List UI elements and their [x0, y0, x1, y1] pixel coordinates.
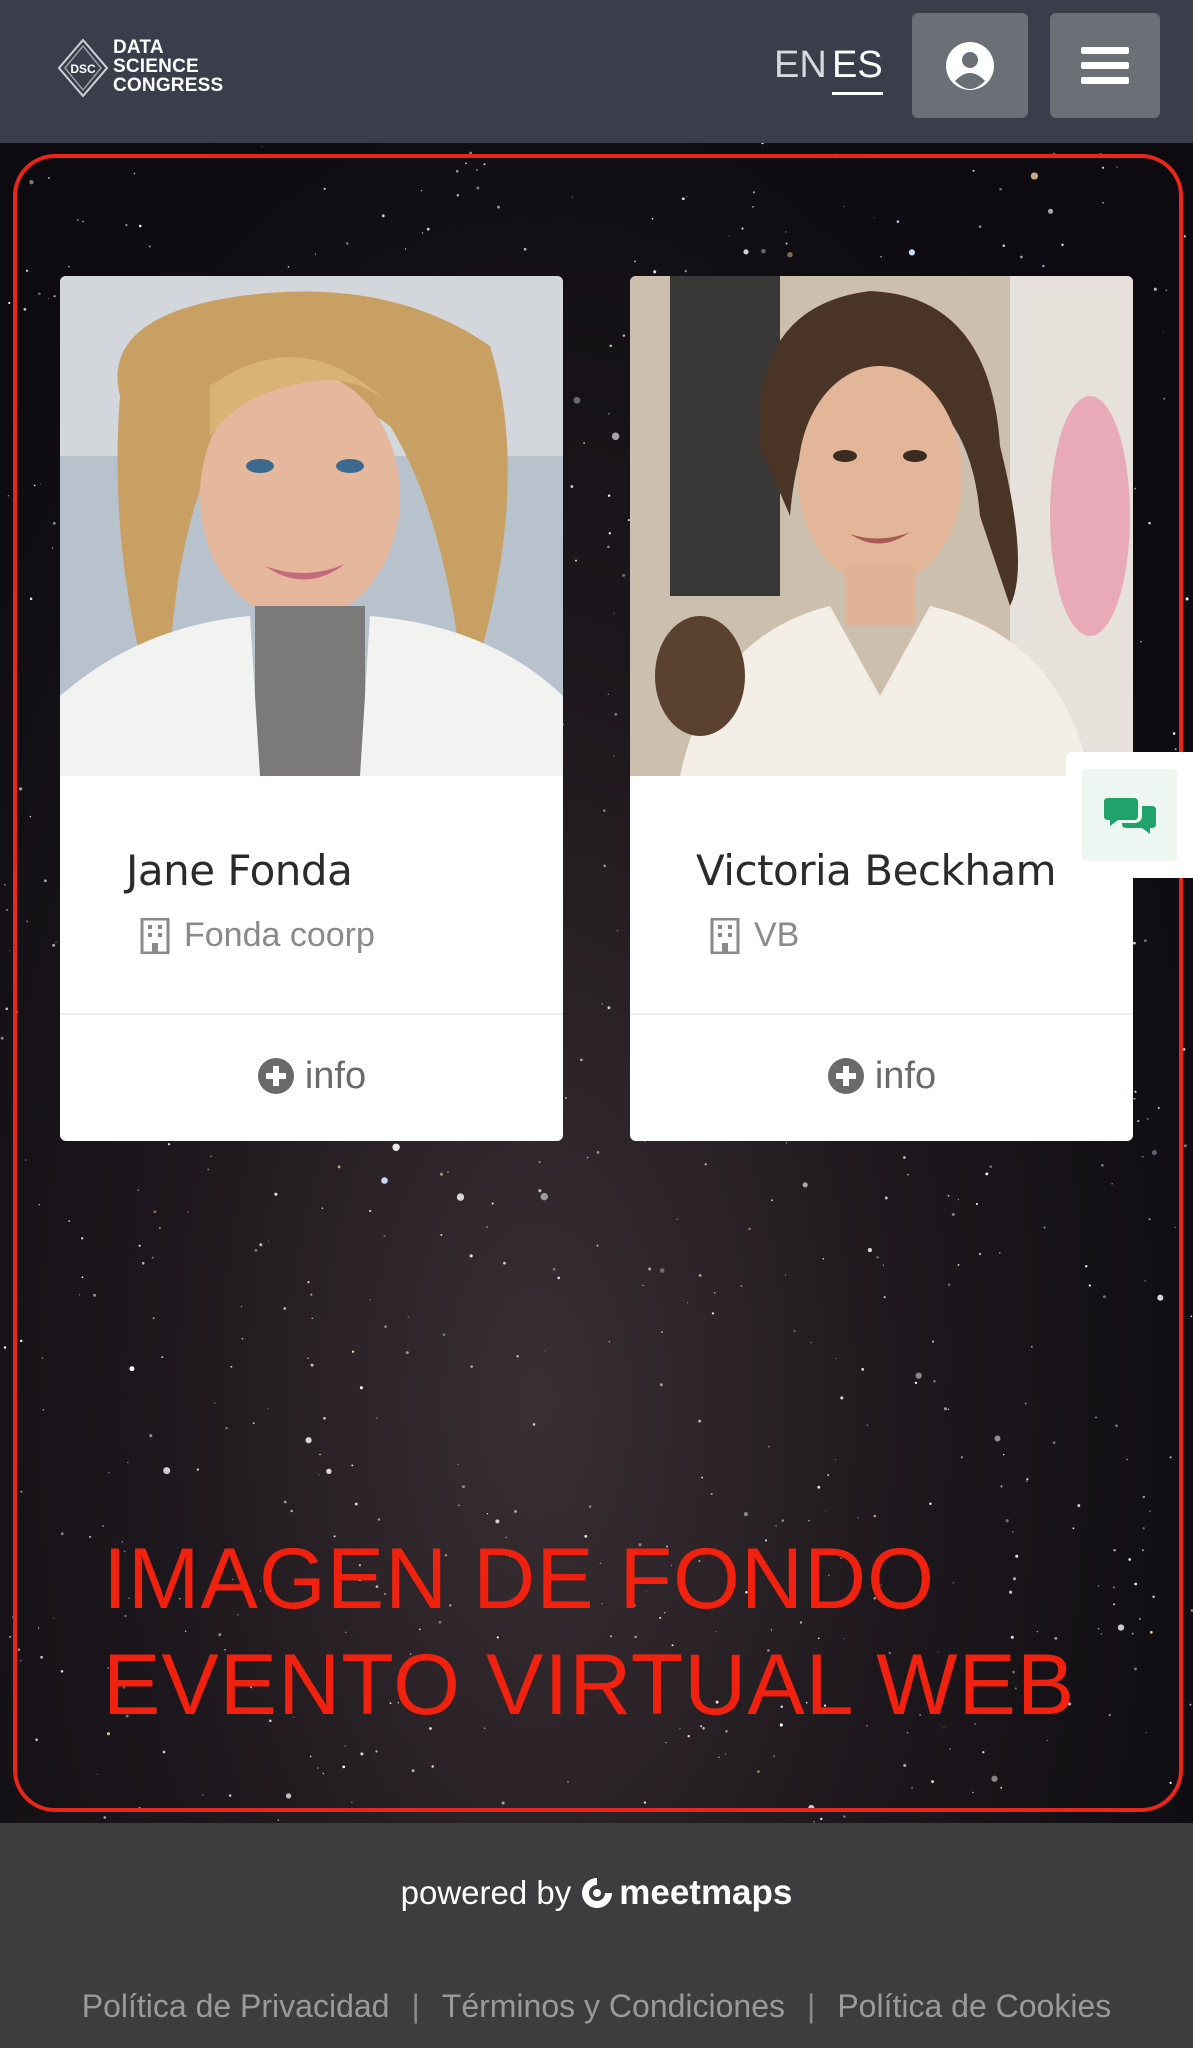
- powered-by[interactable]: powered by meetmaps: [0, 1873, 1193, 1913]
- overlay-caption-line-2: EVENTO VIRTUAL WEB: [103, 1637, 1076, 1733]
- page-footer: powered by meetmaps Política de Privacid…: [0, 1823, 1193, 2048]
- logo-line-3: CONGRESS: [113, 75, 224, 96]
- speaker-info-button[interactable]: info: [60, 1036, 563, 1116]
- event-background: Jane Fonda Fonda coorp info Victoria Bec…: [0, 143, 1193, 1823]
- building-icon: [140, 917, 170, 954]
- info-label: info: [874, 1054, 937, 1097]
- speaker-company-name: VB: [754, 916, 800, 954]
- link-separator: |: [807, 1988, 816, 2024]
- speaker-photo: [630, 276, 1133, 776]
- terms-link[interactable]: Términos y Condiciones: [442, 1988, 785, 2025]
- privacy-policy-link[interactable]: Política de Privacidad: [82, 1988, 390, 2025]
- speaker-company: Fonda coorp: [140, 916, 375, 955]
- speaker-company-name: Fonda coorp: [184, 916, 375, 954]
- card-divider: [60, 1013, 563, 1015]
- speaker-card[interactable]: Victoria Beckham VB info: [630, 276, 1133, 1141]
- lang-en-link[interactable]: EN: [774, 44, 827, 87]
- speaker-name: Jane Fonda: [126, 846, 353, 895]
- dsc-diamond-icon: DSC: [57, 38, 109, 98]
- info-label: info: [304, 1054, 367, 1097]
- overlay-caption-line-1: IMAGEN DE FONDO: [103, 1531, 936, 1627]
- chat-button[interactable]: [1082, 769, 1177, 861]
- plus-circle-icon: [827, 1058, 864, 1094]
- speaker-company: VB: [710, 916, 799, 955]
- plus-circle-icon: [257, 1058, 294, 1094]
- chat-widget: [1066, 752, 1193, 878]
- top-header: DSC DATA SCIENCE CONGRESS EN ES: [0, 0, 1193, 143]
- speaker-name: Victoria Beckham: [696, 846, 1057, 895]
- logo-badge: DSC: [70, 62, 96, 76]
- lang-es-link[interactable]: ES: [832, 44, 883, 95]
- speaker-photo: [60, 276, 563, 776]
- chat-bubbles-icon: [1103, 798, 1156, 834]
- logo-wordmark: DATA SCIENCE CONGRESS: [113, 38, 223, 95]
- building-icon: [710, 917, 740, 954]
- meetmaps-brand: meetmaps: [619, 1873, 793, 1912]
- logo-line-2: SCIENCE: [113, 56, 199, 77]
- legal-links: Política de Privacidad | Términos y Cond…: [0, 1988, 1193, 2025]
- meetmaps-logo-icon: [582, 1878, 613, 1908]
- hamburger-icon: [1081, 46, 1129, 84]
- speaker-card[interactable]: Jane Fonda Fonda coorp info: [60, 276, 563, 1141]
- logo-line-1: DATA: [113, 37, 164, 58]
- user-account-button[interactable]: [912, 13, 1028, 118]
- user-circle-icon: [946, 41, 994, 90]
- powered-by-label: powered by: [400, 1874, 572, 1911]
- card-divider: [630, 1013, 1133, 1015]
- cookies-policy-link[interactable]: Política de Cookies: [837, 1988, 1111, 2025]
- speaker-info-button[interactable]: info: [630, 1036, 1133, 1116]
- dsc-logo[interactable]: DSC DATA SCIENCE CONGRESS: [55, 30, 225, 105]
- link-separator: |: [411, 1988, 420, 2024]
- menu-button[interactable]: [1050, 13, 1160, 118]
